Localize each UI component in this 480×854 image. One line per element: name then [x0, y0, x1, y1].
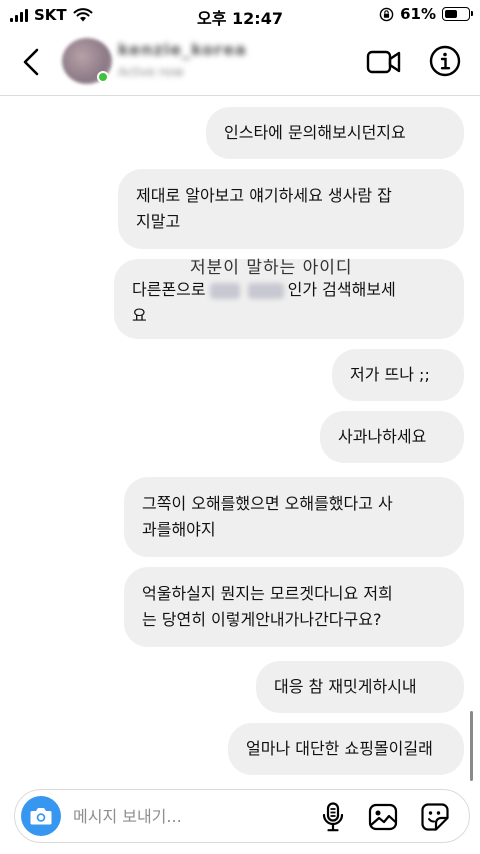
- message-bubble[interactable]: 억울하실지 뭔지는 모르겟다니요 저희 는 당연히 이렇게안내가나간다구요?: [124, 567, 464, 647]
- message-bubble[interactable]: 얼마나 대단한 쇼핑몰이길래: [228, 723, 464, 775]
- online-status-dot: [97, 71, 109, 83]
- message-text-line: 그쪽이 오해를했으면 오해를했다고 사: [142, 494, 393, 513]
- message-bubble[interactable]: 인스타에 문의해보시던지요: [206, 107, 464, 159]
- message-text: 인스타에 문의해보시던지요: [224, 123, 406, 142]
- sticker-button[interactable]: [419, 801, 451, 833]
- battery-percent: 61%: [400, 5, 436, 23]
- message-text-line: 지말고: [136, 212, 181, 231]
- camera-icon: [30, 808, 52, 825]
- username: kenzie_korea: [118, 40, 247, 59]
- sticker-icon: [421, 803, 449, 831]
- orientation-lock-icon: [379, 7, 394, 21]
- message-input[interactable]: [73, 804, 313, 828]
- message-text-line: 는 당연히 이렇게안내가나간다구요?: [142, 610, 382, 629]
- message-bubble[interactable]: 저가 뜨나 ;;: [332, 349, 464, 401]
- message-text-line: 다른폰으로: [132, 280, 206, 299]
- gallery-button[interactable]: [367, 801, 399, 833]
- user-activity-status: Active now: [118, 65, 184, 79]
- chevron-left-icon: [23, 48, 39, 76]
- message-bubble[interactable]: 사과나하세요: [320, 411, 464, 463]
- info-icon: [429, 45, 461, 77]
- status-bar: SKT 오후 12:47 61%: [0, 0, 480, 30]
- info-button[interactable]: [428, 44, 462, 78]
- message-text: 대응 참 재밋게하시내: [274, 677, 417, 696]
- message-text-line: 제대로 알아보고 얘기하세요 생사람 잡: [136, 186, 392, 205]
- status-right: 61%: [379, 5, 473, 23]
- battery-fill: [445, 10, 457, 18]
- voice-message-button[interactable]: [317, 801, 349, 833]
- image-icon: [368, 803, 398, 831]
- back-button[interactable]: [14, 42, 48, 82]
- redacted-id: [209, 282, 240, 299]
- video-call-button[interactable]: [366, 46, 402, 78]
- message-text-line: 억울하실지 뭔지는 모르겟다니요 저희: [142, 584, 393, 603]
- chat-header: kenzie_korea Active now: [0, 30, 480, 96]
- message-text: 저가 뜨나 ;;: [350, 365, 430, 384]
- message-composer: [14, 789, 470, 843]
- battery-icon: [442, 7, 473, 21]
- camera-button[interactable]: [21, 796, 61, 836]
- microphone-icon: [322, 802, 344, 832]
- video-icon: [366, 50, 401, 74]
- message-text: 사과나하세요: [338, 427, 427, 446]
- overlay-caption: 저분이 말하는 아이디: [190, 258, 353, 278]
- message-bubble[interactable]: 제대로 알아보고 얘기하세요 생사람 잡 지말고: [118, 169, 464, 249]
- redacted-id: [247, 282, 284, 299]
- message-bubble[interactable]: 대응 참 재밋게하시내: [256, 661, 464, 713]
- message-thread[interactable]: 인스타에 문의해보시던지요 제대로 알아보고 얘기하세요 생사람 잡 지말고 다…: [0, 97, 480, 783]
- scrollbar-thumb[interactable]: [470, 711, 473, 781]
- message-text-line: 과를해야지: [142, 520, 216, 539]
- user-info[interactable]: kenzie_korea Active now: [118, 40, 247, 79]
- message-text-line: 인가 검색해보세: [287, 280, 396, 299]
- message-text-line: 요: [132, 306, 147, 325]
- message-text: 얼마나 대단한 쇼핑몰이길래: [246, 739, 433, 758]
- message-bubble[interactable]: 그쪽이 오해를했으면 오해를했다고 사 과를해야지: [124, 477, 464, 557]
